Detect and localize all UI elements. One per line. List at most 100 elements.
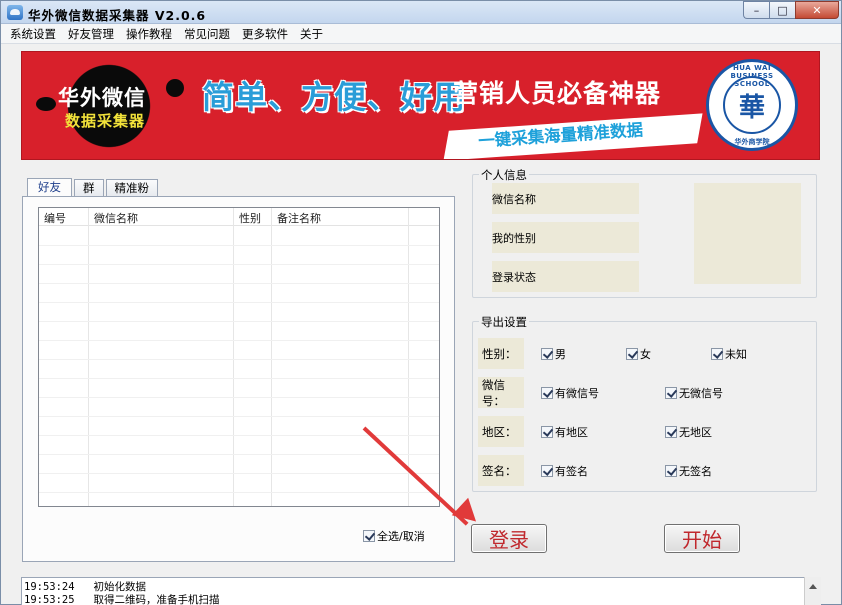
menu-faq[interactable]: 常见问题 bbox=[184, 26, 230, 42]
option-no-signature[interactable]: 无签名 bbox=[665, 463, 712, 479]
log-line: 19:53:25 取得二维码，准备手机扫描 bbox=[24, 592, 220, 605]
log-time: 19:53:25 bbox=[24, 594, 75, 605]
column-divider bbox=[271, 208, 272, 506]
option-no-region-label: 无地区 bbox=[679, 426, 712, 439]
tab-strip: 好友 群 精准粉 bbox=[27, 177, 160, 198]
close-icon: ✕ bbox=[812, 3, 822, 17]
table-row-line bbox=[39, 397, 439, 398]
option-female[interactable]: 女 bbox=[626, 346, 651, 362]
export-label-signature: 签名： bbox=[478, 455, 524, 486]
personal-info-legend: 个人信息 bbox=[479, 167, 529, 183]
option-has-region-label: 有地区 bbox=[555, 426, 588, 439]
table-row-line bbox=[39, 245, 439, 246]
start-button[interactable]: 开始 bbox=[664, 524, 740, 553]
seal-bottom-text: 华外商学院 bbox=[734, 138, 770, 146]
banner-logo-line2: 数据采集器 bbox=[65, 112, 146, 130]
window-controls: – □ ✕ bbox=[743, 1, 839, 19]
col-header-remark[interactable]: 备注名称 bbox=[277, 210, 321, 226]
tab-friends[interactable]: 好友 bbox=[27, 178, 72, 198]
column-divider bbox=[408, 208, 409, 506]
menu-friend-management[interactable]: 好友管理 bbox=[68, 26, 114, 42]
option-has-wechat-id[interactable]: 有微信号 bbox=[541, 385, 599, 401]
table-header: 编号 微信名称 性别 备注名称 bbox=[39, 208, 439, 226]
table-row-line bbox=[39, 321, 439, 322]
close-button[interactable]: ✕ bbox=[795, 1, 839, 19]
checkbox-icon bbox=[541, 426, 553, 438]
checkbox-icon bbox=[541, 387, 553, 399]
select-all-check-icon bbox=[363, 530, 375, 542]
option-has-region[interactable]: 有地区 bbox=[541, 424, 588, 440]
field-login-status-label: 登录状态 bbox=[492, 271, 536, 284]
select-all-label: 全选/取消 bbox=[377, 530, 425, 543]
menu-more-software[interactable]: 更多软件 bbox=[242, 26, 288, 42]
login-button[interactable]: 登录 bbox=[471, 524, 547, 553]
table-row-line bbox=[39, 264, 439, 265]
friends-table[interactable]: 编号 微信名称 性别 备注名称 bbox=[38, 207, 440, 507]
checkbox-icon bbox=[665, 387, 677, 399]
option-no-wechat-id[interactable]: 无微信号 bbox=[665, 385, 723, 401]
field-wechat-name: 微信名称 bbox=[492, 183, 639, 214]
table-row-line bbox=[39, 492, 439, 493]
table-row-line bbox=[39, 473, 439, 474]
option-has-wechat-id-label: 有微信号 bbox=[555, 387, 599, 400]
option-no-wechat-id-label: 无微信号 bbox=[679, 387, 723, 400]
table-row-line bbox=[39, 302, 439, 303]
menu-system-settings[interactable]: 系统设置 bbox=[10, 26, 56, 42]
export-label-gender: 性别： bbox=[478, 338, 524, 369]
table-row-line bbox=[39, 435, 439, 436]
title-bar[interactable]: 华外微信数据采集器 V2.0.6 – □ ✕ bbox=[1, 1, 841, 24]
table-row-line bbox=[39, 359, 439, 360]
export-label-wechat-id: 微信号： bbox=[478, 377, 524, 408]
log-scrollbar[interactable] bbox=[804, 577, 821, 605]
checkbox-icon bbox=[541, 465, 553, 477]
table-row-line bbox=[39, 378, 439, 379]
school-seal-logo: HUA WAI BUSINESS SCHOOL 華 华外商学院 bbox=[706, 59, 798, 151]
column-divider bbox=[88, 208, 89, 506]
window-title: 华外微信数据采集器 V2.0.6 bbox=[28, 8, 207, 23]
avatar-placeholder bbox=[694, 183, 801, 284]
field-my-gender: 我的性别 bbox=[492, 222, 639, 253]
menu-tutorial[interactable]: 操作教程 bbox=[126, 26, 172, 42]
col-header-gender[interactable]: 性别 bbox=[239, 210, 261, 226]
minimize-button[interactable]: – bbox=[743, 1, 769, 19]
log-text: 取得二维码，准备手机扫描 bbox=[93, 594, 220, 605]
option-has-signature-label: 有签名 bbox=[555, 465, 588, 478]
banner-logo-line1: 华外微信 bbox=[58, 86, 146, 110]
table-row-line bbox=[39, 416, 439, 417]
menu-bar: 系统设置 好友管理 操作教程 常见问题 更多软件 关于 bbox=[1, 24, 841, 44]
col-header-id[interactable]: 编号 bbox=[44, 210, 66, 226]
seal-center-glyph: 華 bbox=[723, 76, 781, 134]
friends-tab-panel: 编号 微信名称 性别 备注名称 bbox=[22, 196, 455, 562]
field-wechat-name-label: 微信名称 bbox=[492, 193, 536, 206]
tab-precise-fans[interactable]: 精准粉 bbox=[105, 179, 158, 197]
checkbox-icon bbox=[665, 426, 677, 438]
export-label-region: 地区： bbox=[478, 416, 524, 447]
option-female-label: 女 bbox=[640, 348, 651, 361]
maximize-button[interactable]: □ bbox=[769, 1, 795, 19]
maximize-icon: □ bbox=[777, 3, 788, 17]
option-male-label: 男 bbox=[555, 348, 566, 361]
option-no-signature-label: 无签名 bbox=[679, 465, 712, 478]
minimize-icon: – bbox=[753, 3, 760, 17]
col-header-wechat-name[interactable]: 微信名称 bbox=[94, 210, 138, 226]
field-my-gender-label: 我的性别 bbox=[492, 232, 536, 245]
tab-groups[interactable]: 群 bbox=[74, 179, 104, 197]
option-has-signature[interactable]: 有签名 bbox=[541, 463, 588, 479]
table-row-line bbox=[39, 340, 439, 341]
option-unknown-label: 未知 bbox=[725, 348, 747, 361]
table-row-line bbox=[39, 283, 439, 284]
option-unknown[interactable]: 未知 bbox=[711, 346, 747, 362]
checkbox-icon bbox=[711, 348, 723, 360]
app-icon bbox=[7, 5, 23, 20]
log-panel[interactable]: 19:53:24 初始化数据 19:53:25 取得二维码，准备手机扫描 bbox=[21, 577, 821, 605]
menu-about[interactable]: 关于 bbox=[300, 26, 323, 42]
checkbox-icon bbox=[541, 348, 553, 360]
banner-slogan2: 营销人员必备神器 bbox=[453, 79, 662, 108]
promo-banner: 华外微信 数据采集器 简单、方便、好用 营销人员必备神器 一键采集海量精准数据 … bbox=[21, 51, 820, 160]
option-no-region[interactable]: 无地区 bbox=[665, 424, 712, 440]
export-settings-legend: 导出设置 bbox=[479, 314, 529, 330]
select-all-checkbox[interactable]: 全选/取消 bbox=[363, 528, 425, 544]
table-row-line bbox=[39, 454, 439, 455]
checkbox-icon bbox=[665, 465, 677, 477]
option-male[interactable]: 男 bbox=[541, 346, 566, 362]
